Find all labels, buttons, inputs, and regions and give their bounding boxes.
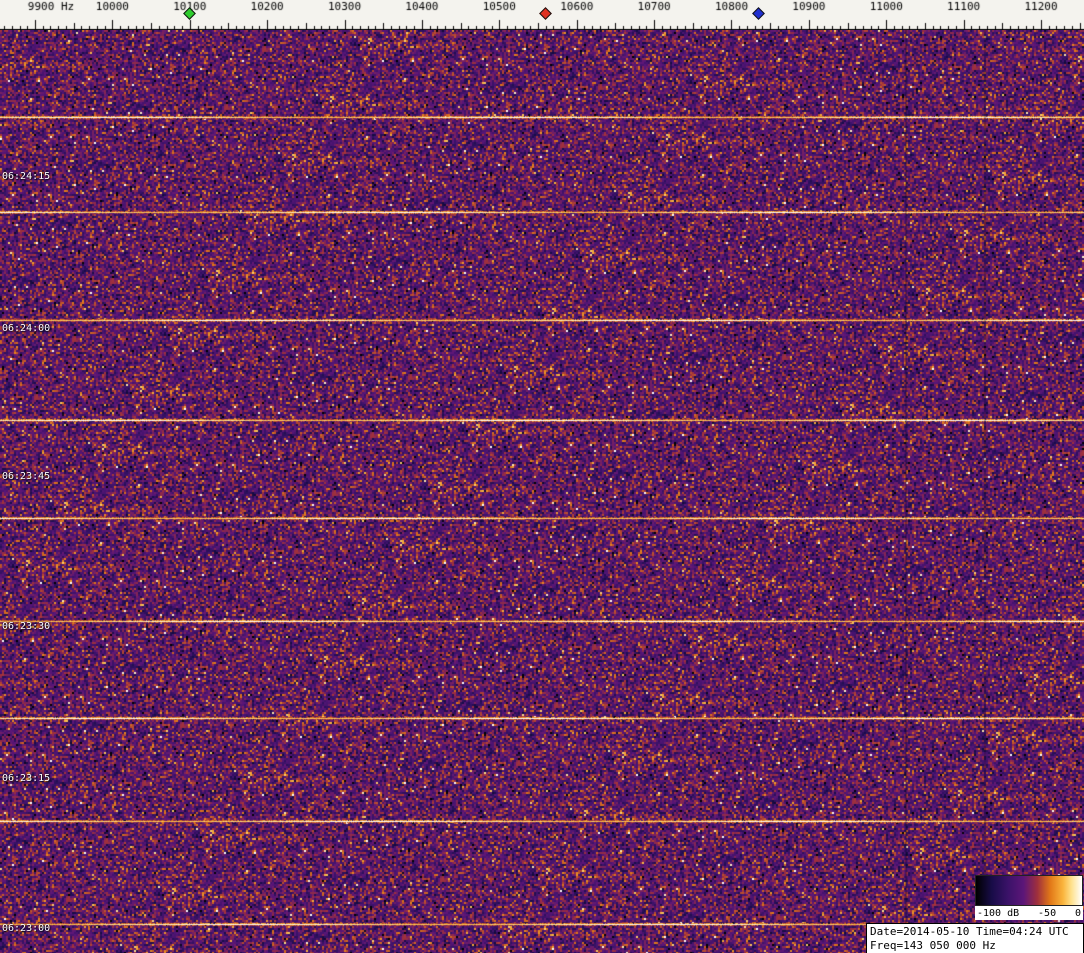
colorbar-label-min: -100 dB <box>977 907 1020 919</box>
info-line-frequency: Freq=143 050 000 Hz <box>870 939 996 952</box>
frequency-ruler[interactable] <box>0 0 1084 30</box>
colorbar-gradient <box>975 875 1083 906</box>
colorbar-label-mid: -50 <box>1038 907 1057 919</box>
waterfall-display: 06:24:15 06:24:00 06:23:45 06:23:30 06:23:15… <box>0 30 1084 953</box>
info-line-date-time: Date=2014-05-10 Time=04:24 UTC <box>870 925 1069 938</box>
info-box: Date=2014-05-10 Time=04:24 UTC Freq=143 … <box>866 923 1084 953</box>
colorbar-labels: -100 dB -50 0 <box>975 906 1083 920</box>
frequency-ruler-canvas <box>0 0 1084 30</box>
spectrogram-canvas <box>0 30 1084 953</box>
spectrogram-app: 06:24:15 06:24:00 06:23:45 06:23:30 06:23:15… <box>0 0 1084 953</box>
colorbar-label-max: 0 <box>1074 907 1081 919</box>
colorbar: -100 dB -50 0 <box>975 875 1083 920</box>
